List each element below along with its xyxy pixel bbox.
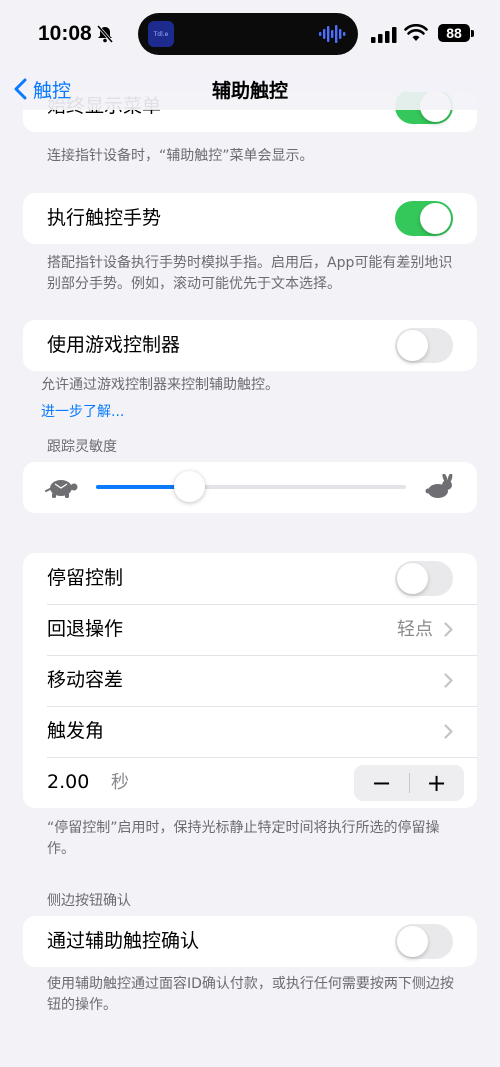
toggle-knob bbox=[397, 926, 428, 957]
turtle-icon bbox=[45, 480, 78, 498]
side-button-card: 通过辅助触控确认 bbox=[23, 916, 477, 967]
game-controller-toggle[interactable] bbox=[395, 328, 453, 363]
game-controller-note: 允许通过游戏控制器来控制辅助触控。 bbox=[41, 377, 279, 393]
tracking-sensitivity-header: 跟踪灵敏度 bbox=[47, 439, 117, 455]
perform-gestures-label: 执行触控手势 bbox=[47, 207, 162, 229]
audio-waveform-icon bbox=[319, 25, 346, 43]
dwell-control-row[interactable]: 停留控制 bbox=[23, 553, 477, 604]
increment-button[interactable]: + bbox=[409, 765, 464, 801]
battery-level: 88 bbox=[446, 25, 462, 41]
learn-more-link[interactable]: 进一步了解... bbox=[41, 401, 124, 421]
hot-corners-row[interactable]: 触发角 bbox=[23, 706, 477, 757]
decrement-button[interactable]: − bbox=[354, 765, 409, 801]
game-controller-label: 使用游戏控制器 bbox=[47, 334, 181, 356]
side-button-confirm-toggle[interactable] bbox=[395, 924, 453, 959]
wifi-icon bbox=[404, 24, 428, 41]
status-time: 10:08 bbox=[38, 22, 92, 45]
always-show-menu-note: 连接指针设备时，“辅助触控”菜单会显示。 bbox=[47, 148, 314, 164]
dwell-time-value: 2.00 bbox=[47, 771, 90, 793]
battery-tip bbox=[471, 30, 474, 37]
fallback-action-value: 轻点 bbox=[397, 619, 433, 640]
chevron-right-icon bbox=[444, 622, 453, 637]
dynamic-island[interactable]: Tdl.e bbox=[138, 13, 358, 55]
cellular-signal-icon bbox=[371, 27, 397, 43]
chevron-right-icon bbox=[444, 724, 453, 739]
game-controller-row[interactable]: 使用游戏控制器 bbox=[23, 320, 477, 371]
tracking-sensitivity-card bbox=[23, 462, 477, 513]
movement-tolerance-row[interactable]: 移动容差 bbox=[23, 655, 477, 706]
side-button-header: 侧边按钮确认 bbox=[47, 893, 131, 909]
chevron-right-icon bbox=[444, 673, 453, 688]
toggle-knob bbox=[420, 203, 451, 234]
now-playing-artwork: Tdl.e bbox=[148, 21, 174, 47]
battery-indicator: 88 bbox=[438, 24, 470, 42]
side-button-note: 使用辅助触控通过面容ID确认付款，或执行任何需要按两下侧边按钮的操作。 bbox=[47, 976, 454, 1013]
navigation-bar-overlay: 触控 辅助触控 bbox=[0, 68, 500, 110]
rabbit-icon bbox=[425, 474, 453, 498]
side-button-confirm-row[interactable]: 通过辅助触控确认 bbox=[23, 916, 477, 967]
bell-slash-icon bbox=[96, 25, 114, 43]
dwell-time-stepper: − + bbox=[354, 765, 464, 801]
game-controller-card: 使用游戏控制器 bbox=[23, 320, 477, 371]
movement-tolerance-label: 移动容差 bbox=[47, 669, 124, 691]
dwell-control-label: 停留控制 bbox=[47, 567, 124, 589]
side-button-confirm-label: 通过辅助触控确认 bbox=[47, 930, 200, 952]
dwell-control-toggle[interactable] bbox=[395, 561, 453, 596]
slider-thumb[interactable] bbox=[174, 471, 205, 502]
hot-corners-label: 触发角 bbox=[47, 720, 105, 742]
status-bar: 10:08 Tdl.e 88 bbox=[0, 0, 500, 68]
toggle-knob bbox=[397, 563, 428, 594]
perform-gestures-card: 执行触控手势 bbox=[23, 193, 477, 244]
dwell-time-unit: 秒 bbox=[111, 772, 129, 793]
perform-gestures-toggle[interactable] bbox=[395, 201, 453, 236]
fallback-action-label: 回退操作 bbox=[47, 618, 124, 640]
dwell-control-note: “停留控制”启用时，保持光标静止特定时间将执行所选的停留操作。 bbox=[47, 820, 440, 857]
perform-gestures-note: 搭配指针设备执行手势时模拟手指。启用后，App可能有差别地识别部分手势。例如，滚… bbox=[47, 255, 453, 292]
tracking-slider[interactable] bbox=[96, 471, 406, 502]
dwell-time-row: 2.00 秒 − + bbox=[23, 757, 477, 808]
toggle-knob bbox=[397, 330, 428, 361]
fallback-action-row[interactable]: 回退操作 轻点 bbox=[23, 604, 477, 655]
page-title-overlay: 辅助触控 bbox=[211, 80, 288, 102]
dwell-control-card: 停留控制 回退操作 轻点 移动容差 触发角 2.00 秒 − + bbox=[23, 553, 477, 808]
artwork-label: Tdl.e bbox=[153, 30, 169, 38]
perform-gestures-row[interactable]: 执行触控手势 bbox=[23, 193, 477, 244]
